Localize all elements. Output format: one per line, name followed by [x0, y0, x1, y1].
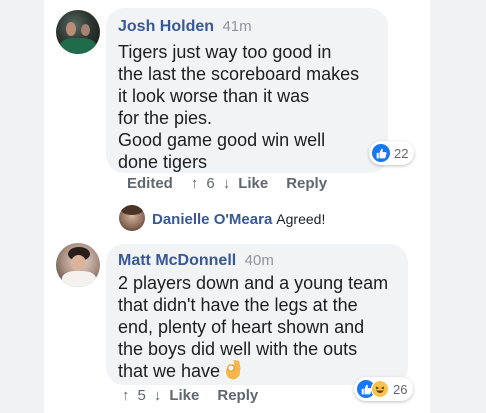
comment-time[interactable]: 41m [222, 18, 251, 35]
downvote-arrow-icon[interactable]: ↓ [154, 387, 162, 404]
like-button[interactable]: Like [238, 175, 268, 192]
reply-text: Agreed! [276, 211, 326, 227]
reply-row: Danielle O'Meara Agreed! [152, 211, 325, 228]
downvote-arrow-icon[interactable]: ↓ [223, 175, 231, 192]
like-button[interactable]: Like [169, 387, 199, 404]
reaction-count: 26 [393, 381, 408, 397]
comment-bubble-2: Matt McDonnell 40m 2 players down and a … [106, 244, 408, 385]
avatar-matt-mcdonnell[interactable] [56, 243, 100, 287]
reply-author[interactable]: Danielle O'Meara [152, 211, 272, 228]
reply-button[interactable]: Reply [217, 387, 258, 404]
upvote-arrow-icon[interactable]: ↑ [191, 175, 199, 192]
reaction-summary-1[interactable]: 22 [369, 141, 415, 165]
comment-text-body: 2 players down and a young team that did… [118, 273, 389, 381]
comment-text: 2 players down and a young team that did… [118, 272, 402, 382]
like-reaction-icon [372, 144, 390, 162]
haha-reaction-icon [371, 380, 389, 398]
comment-actions-1: Edited ↑ 6 ↓ Like Reply [127, 175, 327, 192]
upvote-arrow-icon[interactable]: ↑ [122, 387, 130, 404]
reaction-count: 22 [394, 145, 409, 161]
avatar-josh-holden[interactable] [56, 10, 100, 54]
comment-author[interactable]: Josh Holden [118, 18, 214, 35]
comment-actions-2: ↑ 5 ↓ Like Reply [122, 387, 258, 404]
edited-label[interactable]: Edited [127, 175, 173, 192]
vote-count: 6 [206, 175, 215, 192]
avatar-danielle-omeara[interactable] [119, 205, 145, 231]
comment-bubble-1: Josh Holden 41m Tigers just way too good… [106, 8, 388, 173]
comment-time[interactable]: 40m [245, 252, 274, 269]
reaction-summary-2[interactable]: 26 [354, 377, 414, 401]
comment-author[interactable]: Matt McDonnell [118, 252, 236, 269]
ok-hand-icon [224, 359, 242, 380]
comment-text: Tigers just way too good in the last the… [118, 42, 360, 172]
vote-count: 5 [137, 387, 146, 404]
reply-button[interactable]: Reply [286, 175, 327, 192]
